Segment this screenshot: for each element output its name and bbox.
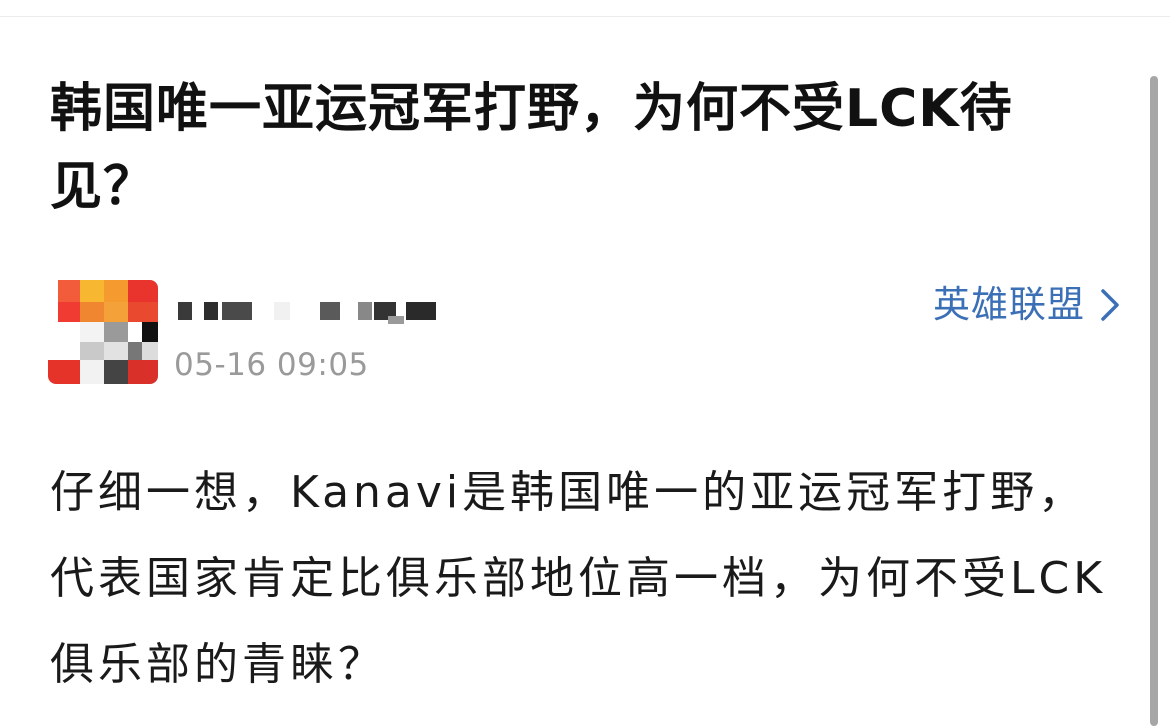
post-timestamp: 05-16 09:05: [174, 347, 369, 383]
article-body: 仔细一想，Kanavi是韩国唯一的亚运冠军打野，代表国家肯定比俱乐部地位高一档，…: [50, 467, 1107, 690]
author-name-redacted[interactable]: [178, 294, 448, 330]
chevron-right-icon: [1095, 287, 1125, 323]
category-label: 英雄联盟: [933, 283, 1085, 326]
scrollbar[interactable]: [1150, 76, 1158, 726]
article-title: 韩国唯一亚运冠军打野，为何不受LCK待见？: [50, 79, 1013, 217]
author-avatar[interactable]: [48, 280, 158, 384]
category-link[interactable]: 英雄联盟: [933, 282, 1125, 328]
top-divider: [0, 16, 1170, 17]
author-row: 05-16 09:05 英雄联盟: [48, 280, 1125, 384]
